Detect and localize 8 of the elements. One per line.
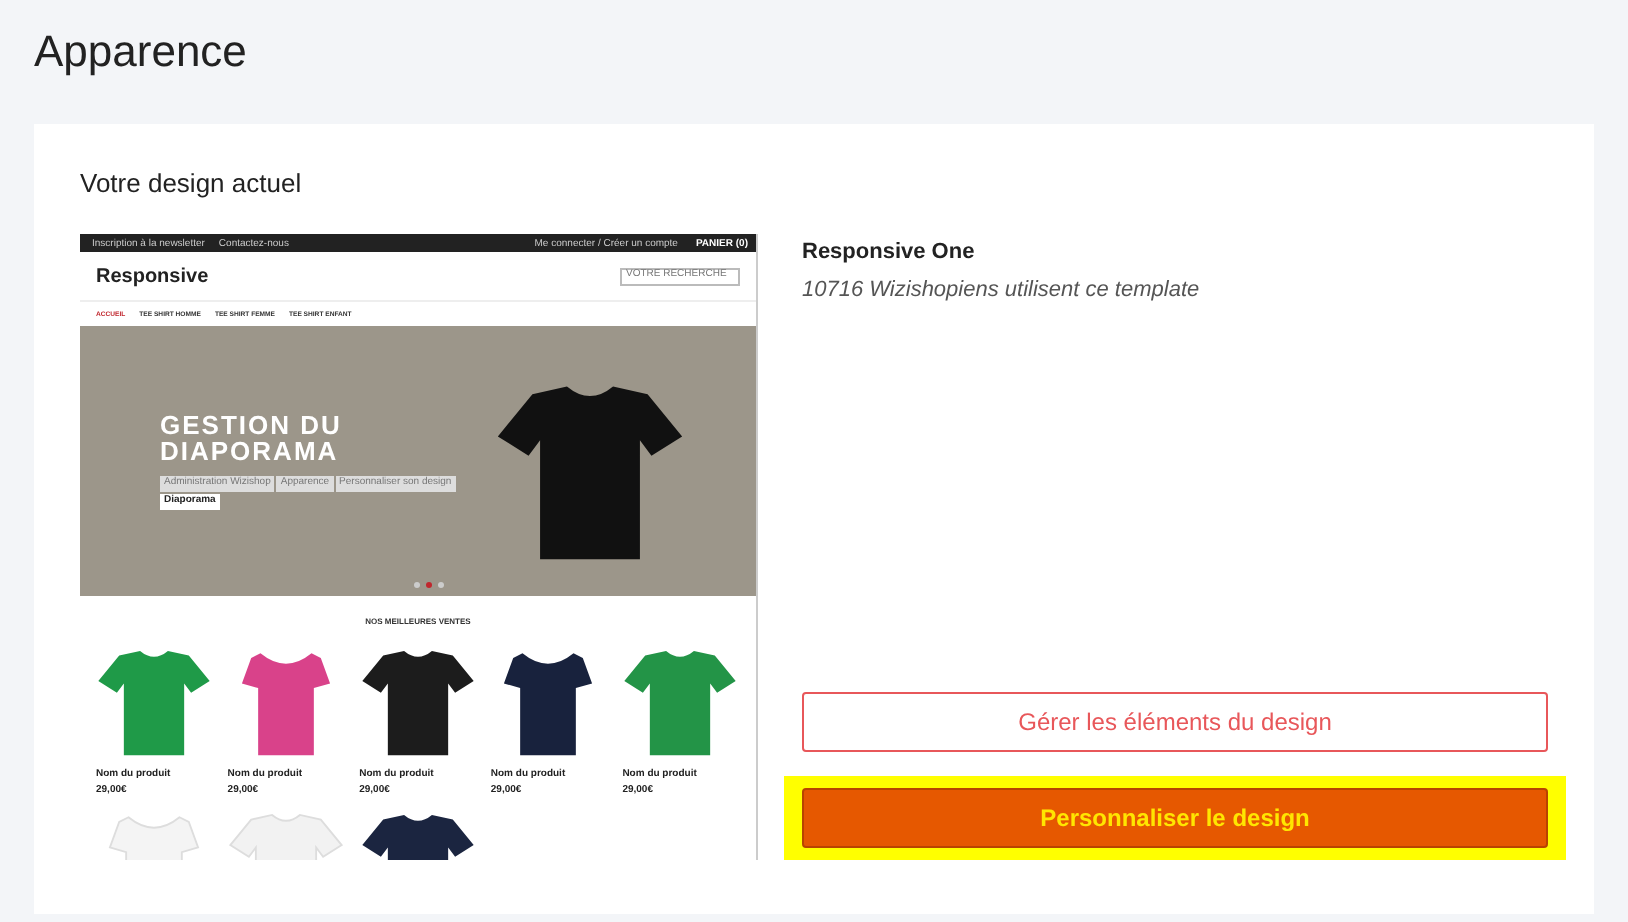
store-logo: Responsive xyxy=(96,263,209,291)
section-heading: Votre design actuel xyxy=(80,166,304,200)
template-usage: 10716 Wizishopiens utilisent ce template xyxy=(802,275,1202,305)
manage-button[interactable]: Gérer les éléments du design xyxy=(802,692,1548,752)
hero-title: DIAPORAMA xyxy=(160,438,341,464)
template-name: Responsive One xyxy=(802,238,977,268)
hero-title: GESTION DU xyxy=(160,412,344,438)
page-title: Apparence xyxy=(34,24,249,80)
